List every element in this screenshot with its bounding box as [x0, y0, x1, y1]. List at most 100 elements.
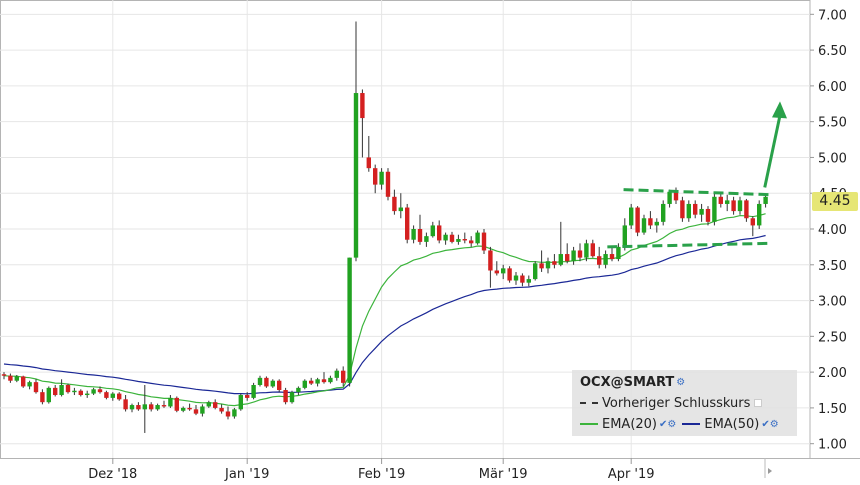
breakout-arrow-shaft — [763, 115, 782, 188]
candle-body — [232, 409, 237, 417]
candle — [366, 135, 371, 172]
candle-body — [347, 257, 352, 383]
candle-body — [251, 385, 256, 398]
y-tick-label: 5.00 — [818, 151, 847, 166]
candle — [85, 390, 90, 398]
candle-body — [136, 405, 141, 410]
candle-body — [616, 246, 621, 260]
candle-body — [629, 207, 634, 226]
legend-settings-icon[interactable]: ⚙ — [676, 377, 685, 388]
y-tick-label: 1.00 — [818, 438, 847, 453]
candle-body — [264, 377, 269, 387]
candle-body — [513, 275, 519, 281]
candle-body — [411, 229, 416, 240]
candle — [149, 402, 154, 412]
candle — [219, 404, 224, 414]
candle-body — [174, 397, 179, 411]
candle-body — [725, 200, 730, 204]
candle-body — [424, 236, 429, 242]
candle-body — [353, 93, 359, 258]
candle — [289, 390, 295, 404]
candle-body — [526, 279, 531, 283]
resistance-line — [623, 188, 771, 197]
candle-body — [91, 389, 96, 394]
candle — [712, 193, 717, 226]
candle-body — [40, 392, 45, 403]
candle — [21, 375, 26, 388]
candle-body — [712, 196, 717, 222]
candle-body — [296, 387, 301, 393]
candle — [225, 406, 231, 420]
candle-body — [693, 203, 698, 215]
candle-body — [437, 225, 442, 241]
candle-body — [277, 380, 282, 391]
candle — [577, 243, 583, 262]
candle — [232, 407, 237, 419]
candle — [72, 387, 77, 396]
candle — [629, 203, 634, 229]
candle-body — [360, 93, 365, 119]
candle-body — [750, 218, 755, 226]
candle — [731, 196, 736, 215]
x-tick-label: Dez '18 — [88, 467, 137, 482]
y-tick-label: 2.00 — [818, 366, 847, 381]
candle-body — [315, 379, 320, 384]
candle-body — [21, 376, 26, 387]
candle-body — [405, 207, 410, 240]
candle — [449, 231, 455, 244]
candle — [104, 390, 109, 400]
candle-body — [168, 397, 173, 407]
candle-body — [59, 385, 64, 396]
candle-body — [373, 168, 378, 185]
candle-body — [321, 379, 327, 383]
candle — [398, 193, 403, 219]
candle-body — [392, 196, 397, 212]
candle — [590, 239, 595, 258]
candle-body — [609, 254, 615, 260]
candle — [59, 379, 64, 397]
prev-close-toggle-icon[interactable] — [754, 399, 763, 407]
candle-body — [539, 263, 544, 269]
candle — [353, 21, 359, 262]
ema20-check-icon[interactable]: ✔⚙ — [659, 419, 676, 430]
candle-body — [661, 203, 666, 222]
candle — [424, 232, 429, 247]
candle — [757, 200, 762, 229]
candle — [680, 196, 685, 222]
candle — [456, 234, 461, 245]
current-price-badge: 4.45 — [812, 192, 858, 211]
candle-body — [161, 405, 167, 407]
candle — [168, 395, 173, 408]
candle — [8, 373, 13, 383]
candle-body — [718, 196, 723, 204]
y-tick-label: 7.00 — [818, 8, 847, 23]
candle — [584, 239, 589, 262]
candle — [347, 257, 352, 387]
candle — [462, 232, 467, 244]
candle — [654, 218, 659, 233]
candle-body — [481, 232, 487, 251]
candle — [373, 164, 378, 194]
y-tick-label: 3.00 — [818, 295, 847, 310]
candle-body — [379, 171, 384, 185]
candle-body — [737, 200, 743, 212]
candle-body — [494, 270, 499, 274]
candle-body — [533, 263, 538, 280]
candle — [142, 385, 147, 433]
candle-body — [78, 390, 83, 396]
candle-body — [53, 387, 58, 396]
candle-body — [577, 250, 583, 258]
candle — [334, 368, 339, 381]
candle-body — [289, 392, 295, 403]
candle — [360, 89, 365, 158]
candle-body — [584, 243, 589, 258]
legend-ema20: EMA(20) — [602, 416, 658, 432]
prev-close-swatch — [580, 402, 598, 404]
ema50-check-icon[interactable]: ✔⚙ — [761, 419, 778, 430]
candle-body — [667, 191, 672, 204]
candle-body — [302, 380, 307, 388]
legend[interactable]: OCX@SMART ⚙ Vorheriger Schlusskurs EMA(2… — [572, 370, 797, 436]
candle-body — [501, 268, 506, 274]
candle — [270, 379, 275, 388]
candle-body — [142, 404, 147, 410]
